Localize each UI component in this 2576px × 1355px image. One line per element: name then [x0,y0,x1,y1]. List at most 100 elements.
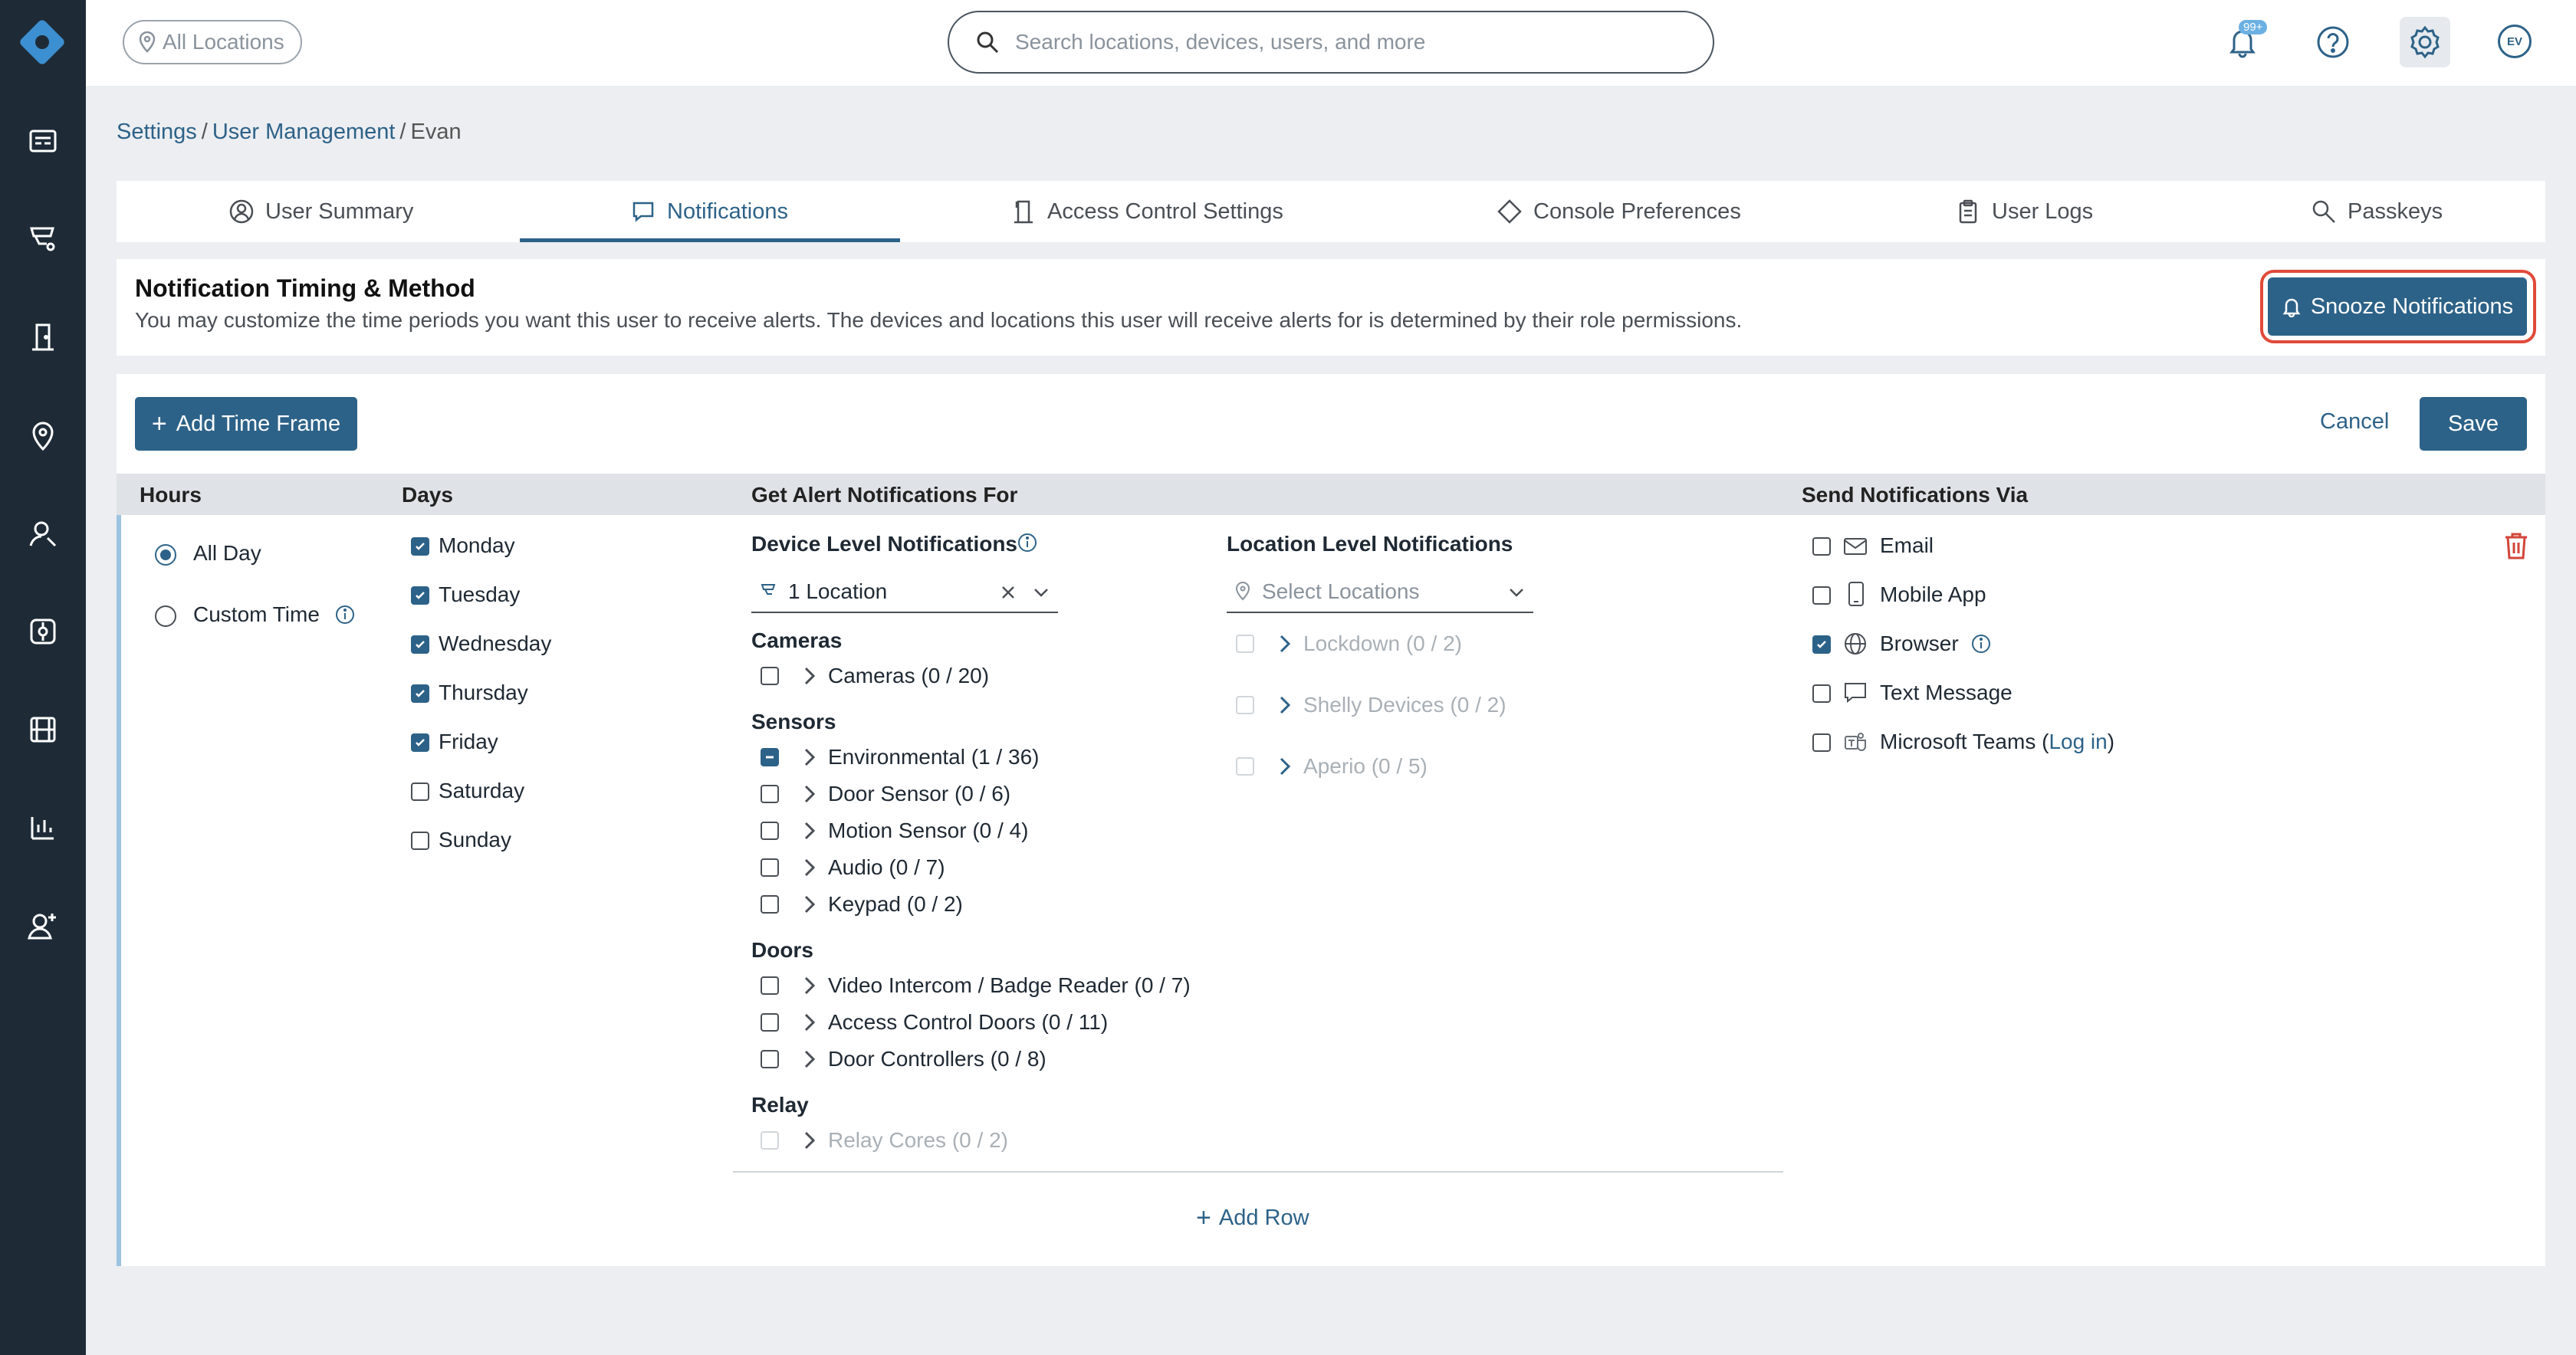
video-icon[interactable] [25,711,61,748]
camera-icon[interactable] [25,221,61,258]
custom-time-radio[interactable] [155,605,176,627]
breadcrumb-user-management[interactable]: User Management [212,120,396,144]
chevron-right-icon[interactable] [802,783,817,805]
group-title-doors: Doors [751,938,813,962]
tab-user-summary[interactable]: User Summary [228,181,413,242]
tab-console-preferences[interactable]: Console Preferences [1497,181,1741,242]
chevron-right-icon[interactable] [802,665,817,687]
friday-checkbox[interactable] [411,733,429,752]
day-label: Friday [439,730,498,753]
teams-label-wrap: Microsoft Teams (Log in) [1880,730,2115,753]
tab-notifications[interactable]: Notifications [630,181,788,242]
app-logo[interactable] [15,15,69,69]
text-message-checkbox[interactable] [1812,684,1831,703]
chevron-right-icon[interactable] [802,820,817,842]
chevron-right-icon[interactable] [802,894,817,915]
environmental-checkbox[interactable] [761,748,779,766]
divider [733,1171,1783,1173]
microsoft-teams-checkbox[interactable] [1812,733,1831,752]
chevron-down-icon [1510,589,1523,597]
chevron-right-icon[interactable] [1277,694,1293,716]
select-underline [751,612,1058,613]
wednesday-checkbox[interactable] [411,635,429,654]
location-filter-button[interactable]: All Locations [123,20,302,64]
cameras-checkbox[interactable] [761,667,779,685]
device-item-label: Cameras (0 / 20) [828,664,990,687]
settings-button[interactable] [2400,17,2450,67]
monday-checkbox[interactable] [411,537,429,556]
location-icon[interactable] [25,417,61,454]
plus-icon: + [1196,1203,1211,1232]
reports-icon[interactable] [25,809,61,846]
breadcrumb: Settings / User Management / Evan [117,120,462,144]
saturday-checkbox[interactable] [411,782,429,801]
user-avatar[interactable]: EV [2498,25,2532,58]
tab-access-control-settings[interactable]: Access Control Settings [1010,181,1283,242]
keypad-checkbox[interactable] [761,895,779,914]
sunday-checkbox[interactable] [411,832,429,850]
tab-bar: User Summary Notifications Access Contro… [117,181,2545,242]
tuesday-checkbox[interactable] [411,586,429,605]
add-time-frame-button[interactable]: + Add Time Frame [135,397,357,451]
send-via-label: Email [1880,533,1934,557]
cancel-button[interactable]: Cancel [2320,409,2389,435]
device-item-label: Access Control Doors (0 / 11) [828,1010,1109,1034]
location-filter-label: All Locations [163,30,284,54]
email-checkbox[interactable] [1812,537,1831,556]
search-input[interactable] [1014,29,1676,55]
motion-sensor-checkbox[interactable] [761,822,779,840]
door-icon[interactable] [25,319,61,356]
audio-checkbox[interactable] [761,858,779,877]
shelly-devices-checkbox [1236,696,1254,714]
tab-passkeys[interactable]: Passkeys [2311,181,2443,242]
thursday-checkbox[interactable] [411,684,429,703]
access-control-doors-checkbox[interactable] [761,1013,779,1032]
people-search-icon[interactable] [25,515,61,552]
location-item-label: Shelly Devices (0 / 2) [1303,693,1506,717]
chevron-right-icon[interactable] [802,1048,817,1070]
chevron-right-icon[interactable] [802,975,817,996]
info-icon[interactable] [334,604,356,625]
device-item-label: Audio (0 / 7) [828,855,945,879]
add-row-button[interactable]: + Add Row [1196,1205,1309,1231]
save-button[interactable]: Save [2420,397,2527,451]
diamond-icon [1497,199,1522,224]
integrations-icon[interactable] [25,613,61,650]
chevron-right-icon[interactable] [802,857,817,878]
day-label: Saturday [439,779,525,802]
mobile-app-checkbox[interactable] [1812,586,1831,605]
day-label: Sunday [439,828,511,851]
chat-bubble-icon [632,202,654,222]
snooze-notifications-button[interactable]: Snooze Notifications [2268,277,2527,336]
clear-icon[interactable] [1000,584,1017,601]
send-via-label: Browser [1880,632,1959,655]
dashboard-icon[interactable] [25,123,61,159]
chevron-right-icon[interactable] [802,1130,817,1151]
tab-user-logs[interactable]: User Logs [1955,181,2093,242]
trash-icon[interactable] [2502,530,2530,561]
chevron-right-icon[interactable] [802,746,817,768]
globe-icon [1845,633,1866,655]
info-icon[interactable] [1970,633,1992,655]
door-controllers-checkbox[interactable] [761,1050,779,1068]
add-user-icon[interactable] [25,907,61,944]
gear-icon [2410,25,2440,59]
chevron-right-icon[interactable] [1277,633,1293,655]
global-search[interactable] [948,11,1714,74]
device-item-label: Environmental (1 / 36) [828,745,1040,769]
lockdown-checkbox [1236,635,1254,653]
plus-icon: + [151,409,167,438]
door-sensor-checkbox[interactable] [761,785,779,803]
all-day-radio[interactable] [155,544,176,566]
group-title-cameras: Cameras [751,628,843,652]
device-item-label: Motion Sensor (0 / 4) [828,819,1029,842]
video-intercom-checkbox[interactable] [761,976,779,995]
help-icon[interactable] [2314,23,2352,61]
browser-checkbox[interactable] [1812,635,1831,654]
chevron-right-icon[interactable] [802,1012,817,1033]
breadcrumb-settings[interactable]: Settings [117,120,197,144]
chevron-right-icon[interactable] [1277,756,1293,777]
info-icon[interactable] [1017,532,1038,553]
device-item-label: Keypad (0 / 2) [828,892,963,916]
teams-login-link[interactable]: Log in [2049,730,2107,753]
